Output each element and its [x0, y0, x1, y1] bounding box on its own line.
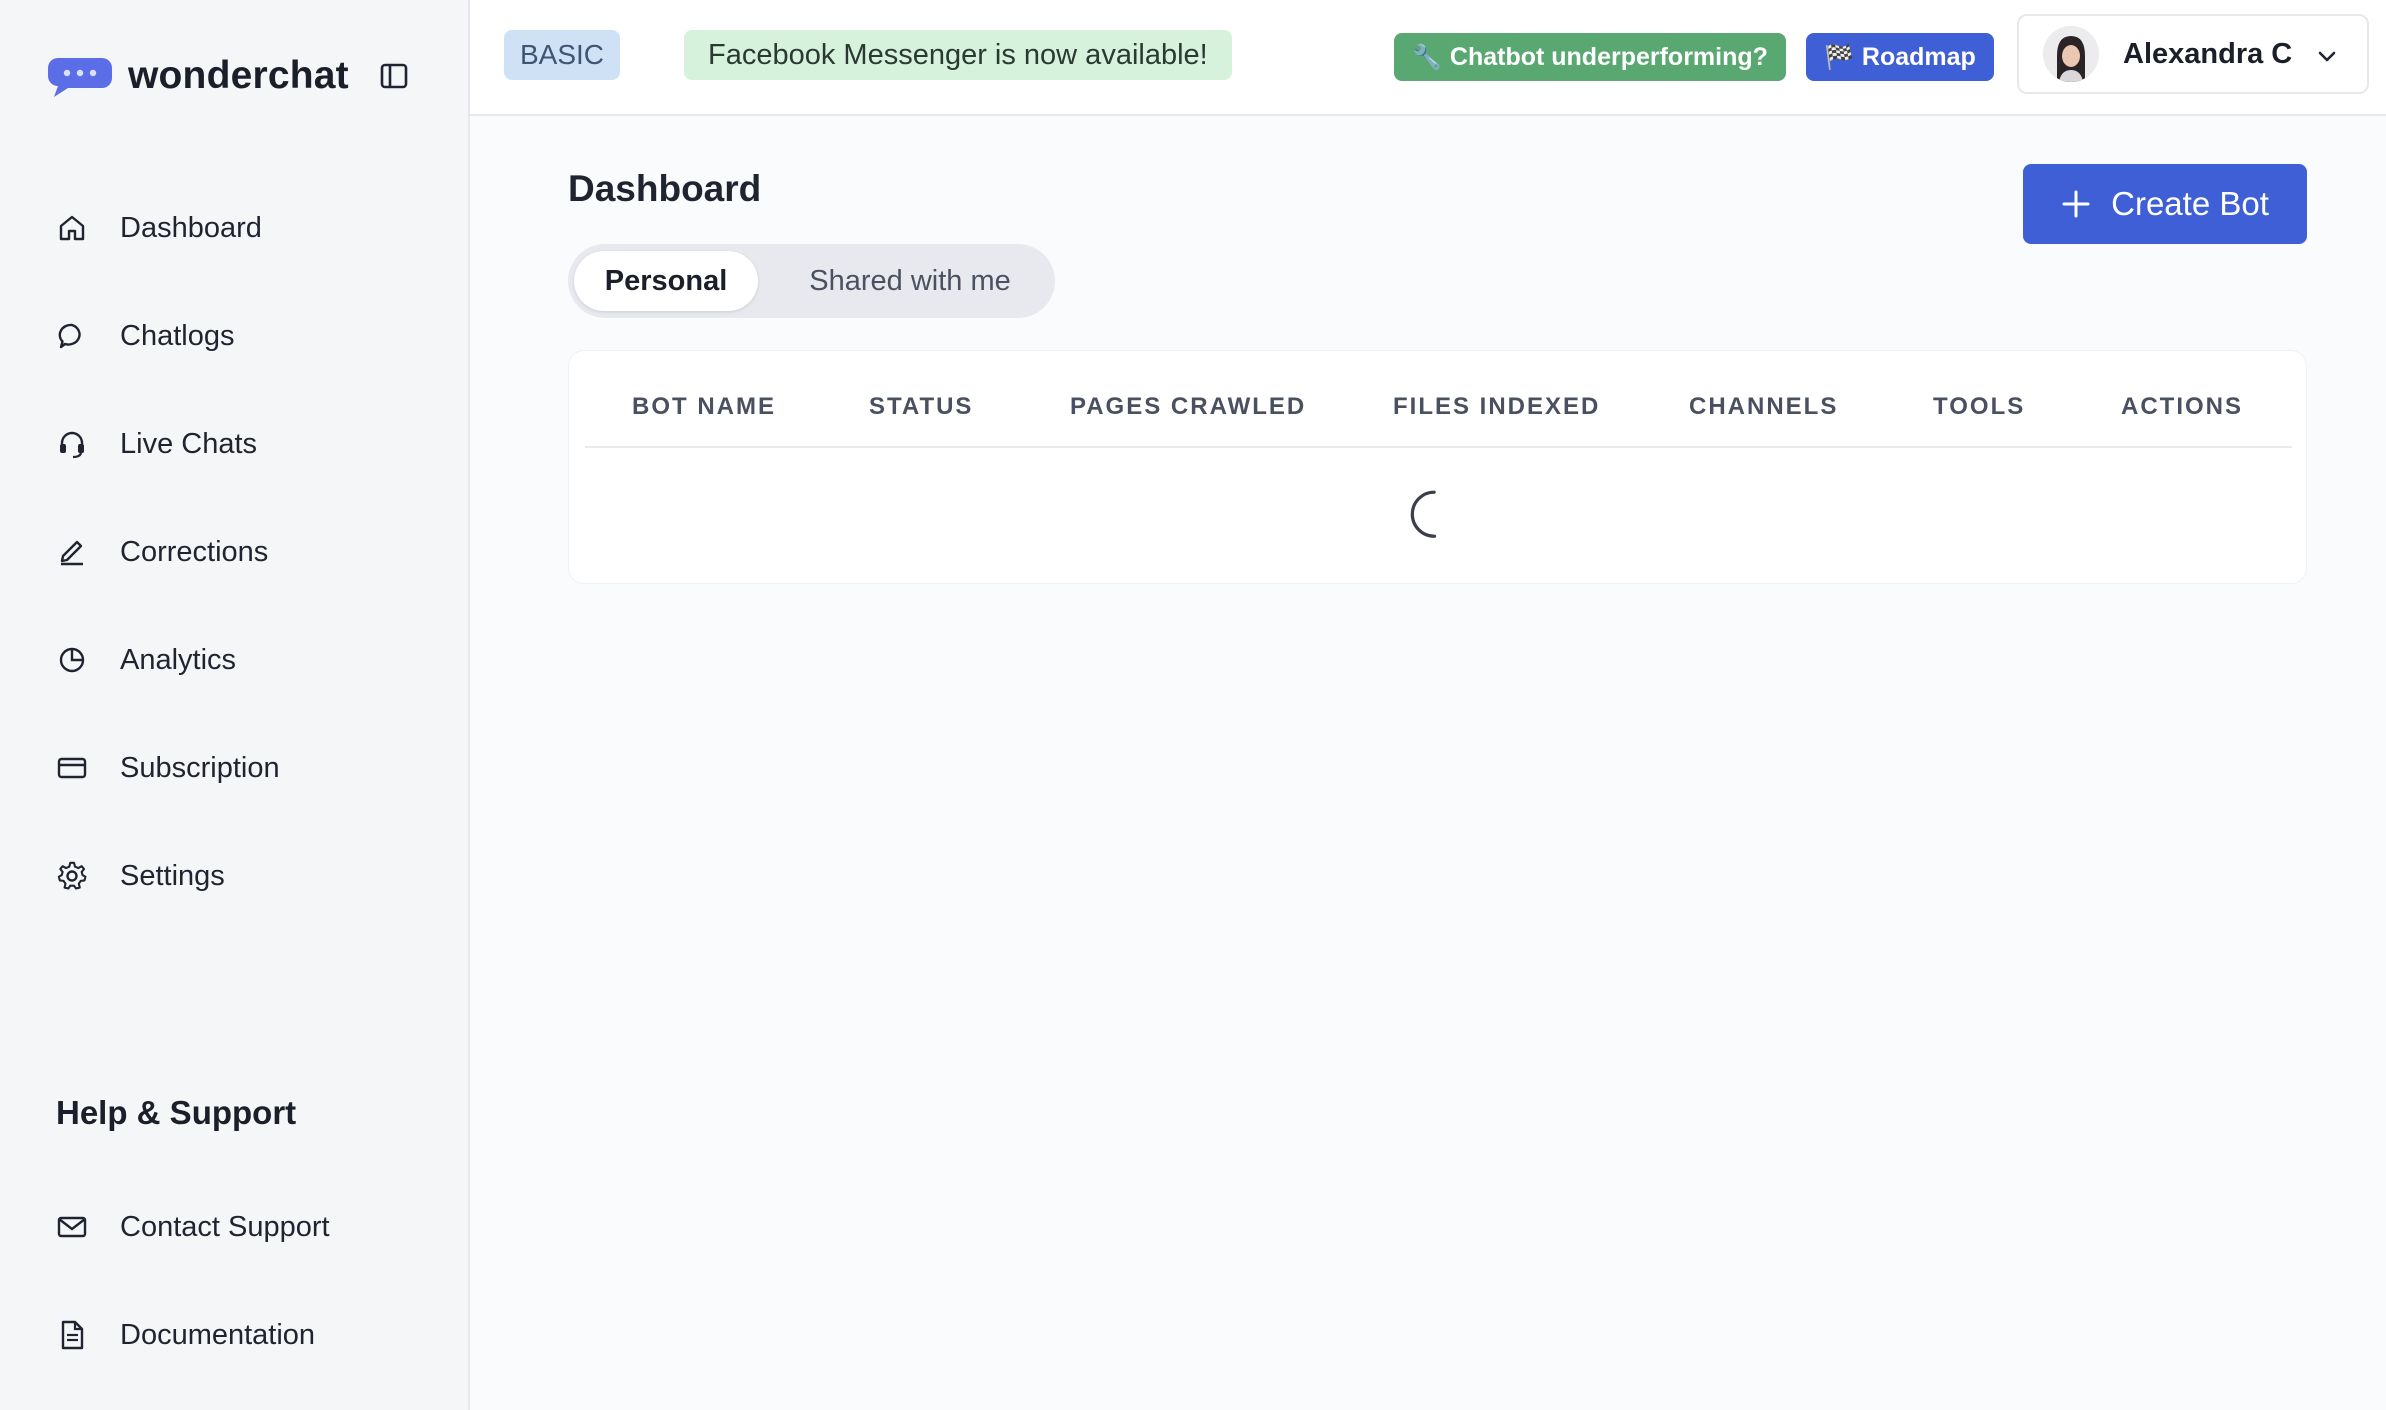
sidebar-item-label: Subscription — [120, 751, 280, 784]
sidebar-item-label: Chatlogs — [120, 319, 235, 352]
sidebar-item-subscription[interactable]: Subscription — [0, 714, 470, 822]
checkered-flag-icon: 🏁 — [1824, 43, 1854, 71]
chatbot-underperforming-label: Chatbot underperforming? — [1449, 42, 1768, 71]
column-header-bot-name[interactable]: BOT NAME — [632, 393, 776, 421]
help-support-heading: Help & Support — [56, 1094, 297, 1131]
column-header-status[interactable]: STATUS — [869, 393, 973, 421]
sidebar-item-label: Dashboard — [120, 211, 262, 244]
help-support-list: Contact Support Documentation — [0, 1173, 470, 1389]
sidebar-item-label: Corrections — [120, 535, 269, 568]
plus-icon — [2062, 190, 2090, 218]
page-title: Dashboard — [568, 168, 762, 209]
sidebar-toggle-button[interactable] — [376, 58, 412, 94]
sidebar-item-contact-support[interactable]: Contact Support — [0, 1173, 470, 1281]
tab-shared-with-me[interactable]: Shared with me — [780, 251, 1040, 311]
sidebar-nav: Dashboard Chatlogs Live Chats Correction… — [0, 174, 470, 930]
gear-icon — [54, 858, 90, 894]
loading-spinner-icon — [1410, 490, 1437, 538]
brand-name: wonderchat — [128, 54, 349, 97]
tab-personal[interactable]: Personal — [574, 251, 758, 311]
column-header-pages-crawled[interactable]: PAGES CRAWLED — [1070, 393, 1306, 421]
sidebar-item-corrections[interactable]: Corrections — [0, 498, 470, 606]
sidebar-item-label: Documentation — [120, 1318, 316, 1351]
headset-icon — [54, 426, 90, 462]
chat-bubble-logo-icon — [48, 58, 112, 97]
brand[interactable]: wonderchat — [48, 50, 349, 102]
sidebar-item-settings[interactable]: Settings — [0, 822, 470, 930]
sidebar-item-dashboard[interactable]: Dashboard — [0, 174, 470, 282]
user-menu-button[interactable]: Alexandra C — [2017, 14, 2369, 94]
sidebar-item-label: Live Chats — [120, 427, 258, 460]
column-header-files-indexed[interactable]: FILES INDEXED — [1393, 393, 1600, 421]
column-header-channels[interactable]: CHANNELS — [1689, 393, 1838, 421]
sidebar-item-label: Contact Support — [120, 1210, 330, 1243]
sidebar-toggle-icon — [380, 63, 408, 89]
mail-icon — [54, 1209, 90, 1245]
pencil-icon — [54, 534, 90, 570]
bots-table: BOT NAME STATUS PAGES CRAWLED FILES INDE… — [568, 350, 2307, 584]
chat-bubble-icon — [54, 318, 90, 354]
sidebar-item-label: Settings — [120, 859, 225, 892]
chevron-down-icon — [2318, 51, 2336, 62]
home-icon — [54, 210, 90, 246]
table-header: BOT NAME STATUS PAGES CRAWLED FILES INDE… — [585, 351, 2292, 448]
avatar — [2043, 26, 2099, 82]
app-root: wonderchat Dashboard Chatlogs Live Chats… — [0, 0, 2386, 1410]
user-name: Alexandra C — [2123, 37, 2293, 70]
plan-badge: BASIC — [504, 30, 621, 80]
topbar: BASIC Facebook Messenger is now availabl… — [470, 0, 2386, 116]
sidebar-item-documentation[interactable]: Documentation — [0, 1281, 470, 1389]
sidebar-item-label: Analytics — [120, 643, 237, 676]
credit-card-icon — [54, 750, 90, 786]
bot-scope-tabs: Personal Shared with me — [568, 244, 1055, 318]
column-header-tools[interactable]: TOOLS — [1933, 393, 2025, 421]
chatbot-underperforming-button[interactable]: 🔧 Chatbot underperforming? — [1394, 33, 1786, 81]
create-bot-button[interactable]: Create Bot — [2023, 164, 2307, 244]
sidebar-item-analytics[interactable]: Analytics — [0, 606, 470, 714]
sidebar-item-chatlogs[interactable]: Chatlogs — [0, 282, 470, 390]
create-bot-label: Create Bot — [2111, 185, 2269, 222]
sidebar: wonderchat Dashboard Chatlogs Live Chats… — [0, 0, 470, 1410]
document-icon — [54, 1317, 90, 1353]
wrench-icon: 🔧 — [1412, 43, 1442, 71]
sidebar-item-live-chats[interactable]: Live Chats — [0, 390, 470, 498]
roadmap-label: Roadmap — [1861, 42, 1976, 71]
pie-chart-icon — [54, 642, 90, 678]
announcement-banner: Facebook Messenger is now available! — [684, 30, 1232, 80]
roadmap-button[interactable]: 🏁 Roadmap — [1806, 33, 1994, 81]
column-header-actions[interactable]: ACTIONS — [2121, 393, 2243, 421]
